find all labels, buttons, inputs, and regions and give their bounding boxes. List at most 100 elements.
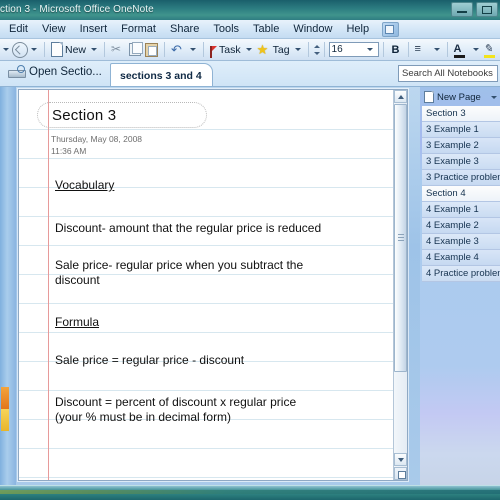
note-block-discount-formula[interactable]: Discount = percent of discount x regular… xyxy=(55,395,296,425)
new-button[interactable]: New xyxy=(49,40,88,59)
note-canvas[interactable]: Section 3 Thursday, May 08, 2008 11:36 A… xyxy=(18,89,408,481)
note-block-sale-price-definition[interactable]: Sale price- regular price when you subtr… xyxy=(55,258,303,288)
menu-item-table[interactable]: Table xyxy=(246,22,286,36)
bullets-icon: ≡ xyxy=(414,42,421,55)
title-bar: ction 3 - Microsoft Office OneNote xyxy=(0,0,500,20)
menu-item-window[interactable]: Window xyxy=(286,22,339,36)
page-list-item-3-example-1[interactable]: 3 Example 1 xyxy=(422,122,500,138)
undo-dropdown-arrow[interactable] xyxy=(190,48,197,51)
page-title-container[interactable]: Section 3 xyxy=(37,102,207,128)
note-block-formula-heading[interactable]: Formula xyxy=(55,315,99,330)
maximize-button[interactable] xyxy=(476,2,498,17)
page-list-item-3-example-2[interactable]: 3 Example 2 xyxy=(422,138,500,154)
scroll-corner-button[interactable] xyxy=(394,467,407,480)
standard-toolbar: New ✂ ↶ Task ★ Tag 16 B ≡ A ✎ xyxy=(0,39,500,61)
open-sections-button[interactable]: Open Sectio... xyxy=(8,65,102,79)
toolbar-separator xyxy=(323,42,325,57)
undo-icon: ↶ xyxy=(171,41,182,57)
menu-item-tools[interactable]: Tools xyxy=(206,22,246,36)
paste-button[interactable] xyxy=(143,40,160,59)
taskbar xyxy=(0,485,500,500)
page-list: Section 3 3 Example 1 3 Example 2 3 Exam… xyxy=(422,106,500,282)
workspace: Section 3 Thursday, May 08, 2008 11:36 A… xyxy=(0,87,500,486)
page-list-item-4-example-1[interactable]: 4 Example 1 xyxy=(422,202,500,218)
font-color-swatch xyxy=(453,54,465,58)
page-list-item-3-practice-problem[interactable]: 3 Practice problem xyxy=(422,170,500,186)
section-tab-strip: Open Sectio... sections 3 and 4 Search A… xyxy=(0,61,500,87)
copy-icon xyxy=(129,42,144,56)
open-sections-label: Open Sectio... xyxy=(29,66,102,78)
new-page-label: New Page xyxy=(437,91,481,103)
open-sections-icon xyxy=(8,65,26,79)
scroll-up-icon[interactable] xyxy=(394,90,407,103)
new-page-button[interactable]: New Page xyxy=(420,89,500,105)
section-tab-label: sections 3 and 4 xyxy=(120,70,202,82)
back-navigation-icon[interactable] xyxy=(12,41,28,58)
search-input[interactable]: Search All Notebooks xyxy=(398,65,498,82)
tag-star-icon: ★ xyxy=(256,41,269,57)
taskbar-accent xyxy=(0,490,500,494)
highlighter-icon: ✎ xyxy=(483,43,498,58)
note-block-vocabulary-heading[interactable]: Vocabulary xyxy=(55,178,114,193)
font-size-dropdown-arrow[interactable] xyxy=(366,48,373,51)
undo-button[interactable]: ↶ xyxy=(169,40,187,59)
task-button[interactable]: Task xyxy=(208,40,243,59)
highlight-button[interactable]: ✎ xyxy=(482,40,500,59)
page-date: Thursday, May 08, 2008 xyxy=(51,134,143,144)
navigation-bar-strip[interactable] xyxy=(0,87,16,486)
tag-dropdown-arrow[interactable] xyxy=(294,48,301,51)
new-dropdown-arrow[interactable] xyxy=(91,48,98,51)
task-dropdown-arrow[interactable] xyxy=(245,48,252,51)
section-tab-sections-3-and-4[interactable]: sections 3 and 4 xyxy=(110,63,213,86)
page-vertical-scrollbar[interactable] xyxy=(393,90,407,480)
bullets-button[interactable]: ≡ xyxy=(413,40,431,59)
page-list-item-4-example-3[interactable]: 4 Example 3 xyxy=(422,234,500,250)
toolbar-separator xyxy=(104,42,106,57)
window-controls xyxy=(451,2,498,17)
screen-clipping-icon[interactable] xyxy=(382,21,400,37)
toolbar-separator xyxy=(307,42,309,57)
page-list-item-4-practice-problem[interactable]: 4 Practice problem xyxy=(422,266,500,282)
page-list-item-section-4[interactable]: Section 4 xyxy=(422,186,500,202)
font-size-input[interactable]: 16 xyxy=(328,42,379,57)
font-color-dropdown-arrow[interactable] xyxy=(472,48,479,51)
onenote-window: ction 3 - Microsoft Office OneNote Edit … xyxy=(0,0,500,486)
bullets-dropdown-arrow[interactable] xyxy=(433,48,440,51)
page-list-item-4-example-4[interactable]: 4 Example 4 xyxy=(422,250,500,266)
search-text: Search All Notebooks xyxy=(402,68,493,79)
note-block-discount-definition[interactable]: Discount- amount that the regular price … xyxy=(55,221,321,236)
page-timestamp: Thursday, May 08, 2008 11:36 AM xyxy=(51,133,142,157)
minimize-button[interactable] xyxy=(451,2,473,17)
menu-item-help[interactable]: Help xyxy=(339,22,376,36)
note-block-sale-price-formula[interactable]: Sale price = regular price - discount xyxy=(55,353,244,368)
back-dropdown-arrow[interactable] xyxy=(31,48,37,51)
menu-item-share[interactable]: Share xyxy=(163,22,206,36)
toolbar-overflow-icon[interactable] xyxy=(313,43,320,57)
task-button-label: Task xyxy=(219,43,241,56)
menu-item-format[interactable]: Format xyxy=(114,22,163,36)
font-color-button[interactable]: A xyxy=(452,40,470,59)
cut-button[interactable]: ✂ xyxy=(109,40,127,59)
bold-button[interactable]: B xyxy=(388,41,404,58)
menu-item-view[interactable]: View xyxy=(35,22,73,36)
chevron-down-icon[interactable] xyxy=(491,95,497,99)
copy-button[interactable] xyxy=(127,40,144,59)
new-button-label: New xyxy=(65,43,87,56)
page-list-item-3-example-3[interactable]: 3 Example 3 xyxy=(422,154,500,170)
tag-button-label: Tag xyxy=(272,43,290,56)
notebook-swatch-orange[interactable] xyxy=(1,387,9,409)
scroll-thumb[interactable] xyxy=(394,104,407,372)
menu-item-insert[interactable]: Insert xyxy=(73,22,115,36)
page-list-item-section-3[interactable]: Section 3 xyxy=(422,106,500,122)
cut-icon: ✂ xyxy=(111,41,122,56)
page-title: Section 3 xyxy=(52,106,117,124)
notebook-swatch-yellow[interactable] xyxy=(1,409,9,431)
menu-item-edit[interactable]: Edit xyxy=(2,22,35,36)
toolbar-separator xyxy=(407,42,409,57)
page-list-item-4-example-2[interactable]: 4 Example 2 xyxy=(422,218,500,234)
font-color-letter: A xyxy=(453,42,462,55)
scroll-down-icon[interactable] xyxy=(394,453,407,466)
tag-button[interactable]: ★ Tag xyxy=(255,40,292,59)
margin-line xyxy=(48,90,49,480)
back-dropdown-arrow-left[interactable] xyxy=(3,48,9,51)
